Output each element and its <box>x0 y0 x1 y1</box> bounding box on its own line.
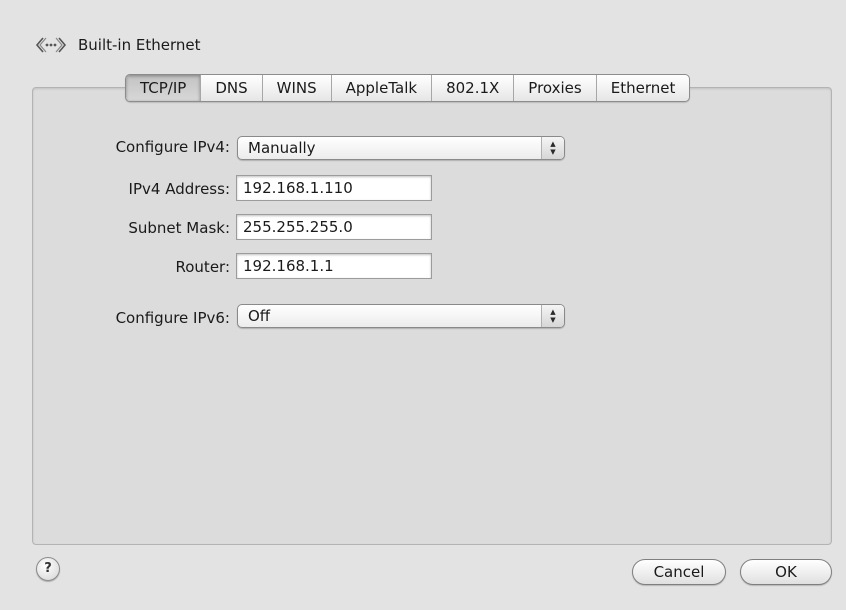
configure-ipv6-value: Off <box>248 307 271 325</box>
updown-arrows-icon: ▲ ▼ <box>541 305 564 327</box>
subnet-mask-label: Subnet Mask: <box>128 219 230 237</box>
tab-wins[interactable]: WINS <box>261 75 331 101</box>
configure-ipv6-popup[interactable]: Off ▲ ▼ <box>237 304 565 328</box>
tab-dns[interactable]: DNS <box>200 75 261 101</box>
ipv4-address-label: IPv4 Address: <box>128 180 230 198</box>
tab-bar: TCP/IP DNS WINS AppleTalk 802.1X Proxies… <box>125 74 691 102</box>
configure-ipv4-popup[interactable]: Manually ▲ ▼ <box>237 136 565 160</box>
tab-ethernet[interactable]: Ethernet <box>595 75 690 101</box>
router-field[interactable]: 192.168.1.1 <box>236 253 432 279</box>
tab-tcpip[interactable]: TCP/IP <box>126 75 201 101</box>
router-label: Router: <box>175 258 231 276</box>
ipv4-address-field[interactable]: 192.168.1.110 <box>236 175 432 201</box>
cancel-button[interactable]: Cancel <box>632 559 726 585</box>
ok-button[interactable]: OK <box>740 559 832 585</box>
configure-ipv4-label: Configure IPv4: <box>115 138 230 156</box>
tab-proxies[interactable]: Proxies <box>513 75 595 101</box>
configure-ipv6-label: Configure IPv6: <box>115 309 230 327</box>
tab-appletalk[interactable]: AppleTalk <box>330 75 431 101</box>
updown-arrows-icon: ▲ ▼ <box>541 137 564 159</box>
subnet-mask-field[interactable]: 255.255.255.0 <box>236 214 432 240</box>
network-settings-window: Built-in Ethernet TCP/IP DNS WINS AppleT… <box>0 0 846 610</box>
help-button[interactable]: ? <box>36 557 60 581</box>
header: Built-in Ethernet <box>34 32 200 58</box>
ethernet-icon <box>34 32 68 58</box>
configure-ipv4-value: Manually <box>248 139 316 157</box>
window-title: Built-in Ethernet <box>78 36 201 54</box>
tab-8021x[interactable]: 802.1X <box>431 75 513 101</box>
